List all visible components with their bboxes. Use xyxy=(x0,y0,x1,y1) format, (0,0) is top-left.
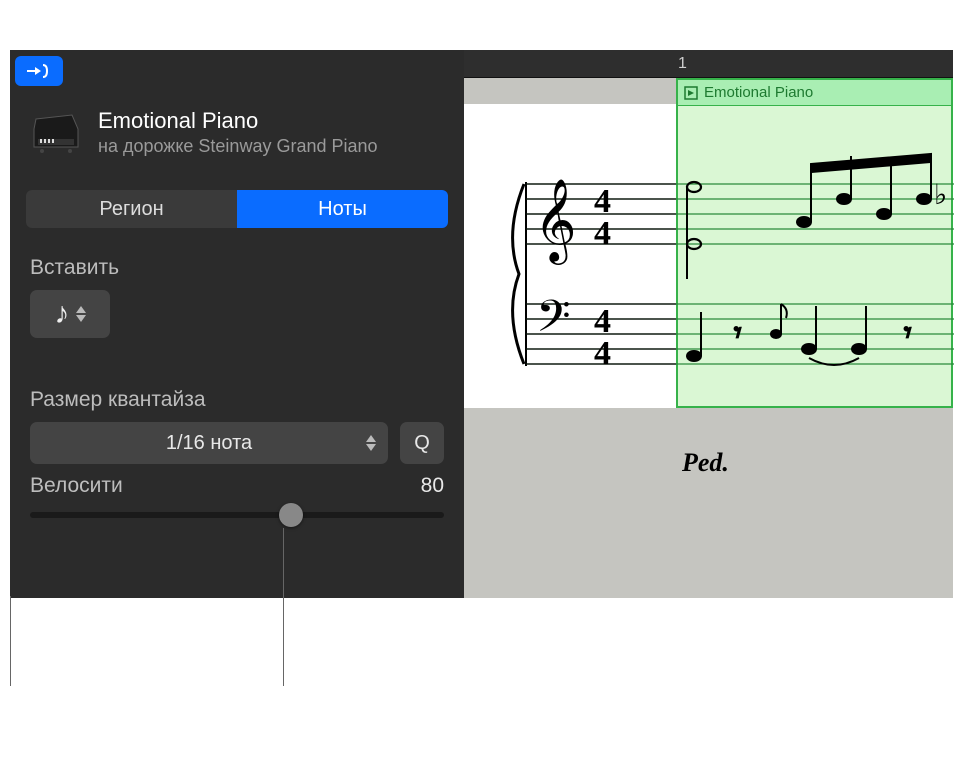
region-title: Emotional Piano xyxy=(98,108,378,134)
inspector-tabs: Регион Ноты xyxy=(26,190,448,228)
quantize-value: 1/16 нота xyxy=(166,432,252,455)
region-subtitle: на дорожке Steinway Grand Piano xyxy=(98,136,378,157)
region-loop-icon xyxy=(684,86,698,100)
svg-text:𝄞: 𝄞 xyxy=(534,179,577,265)
callout-line xyxy=(10,596,11,686)
svg-text:𝄾: 𝄾 xyxy=(734,318,741,349)
tab-region-label: Регион xyxy=(99,198,163,221)
svg-text:♭: ♭ xyxy=(934,180,947,211)
stepper-icon xyxy=(366,435,376,451)
bar-ruler[interactable]: 1 xyxy=(464,50,953,78)
clip-header[interactable]: Emotional Piano xyxy=(678,80,951,106)
insert-label: Вставить xyxy=(30,256,444,280)
quantize-label: Размер квантайза xyxy=(30,388,444,412)
editor-frame: Emotional Piano на дорожке Steinway Gran… xyxy=(10,50,953,598)
velocity-value: 80 xyxy=(421,474,444,498)
tab-notes-label: Ноты xyxy=(318,198,367,221)
quantize-apply-button[interactable]: Q xyxy=(400,422,444,464)
eighth-note-icon: ♪ xyxy=(55,297,70,331)
inspector-panel: Emotional Piano на дорожке Steinway Gran… xyxy=(10,50,464,598)
bar-marker-1: 1 xyxy=(678,50,687,77)
score-panel: 1 Emotional Piano xyxy=(464,50,953,598)
quantize-select[interactable]: 1/16 нота xyxy=(30,422,388,464)
callout-line xyxy=(283,528,284,686)
score-notation[interactable]: 𝄞 𝄢 4 4 4 4 xyxy=(464,104,954,444)
tab-notes[interactable]: Ноты xyxy=(237,190,448,228)
stepper-icon xyxy=(76,306,86,322)
clip-title: Emotional Piano xyxy=(704,84,813,101)
quantize-section: Размер квантайза 1/16 нота Q xyxy=(30,388,444,464)
tab-region[interactable]: Регион xyxy=(26,190,237,228)
catch-playhead-button[interactable] xyxy=(15,56,63,86)
insert-section: Вставить ♪ xyxy=(30,256,444,338)
piano-icon xyxy=(28,111,84,155)
pedal-marking: Ped. xyxy=(682,448,729,478)
region-header: Emotional Piano на дорожке Steinway Gran… xyxy=(28,108,446,157)
velocity-slider[interactable] xyxy=(30,512,444,518)
quantize-q-label: Q xyxy=(414,432,430,455)
catch-icon xyxy=(25,62,53,80)
svg-text:𝄾: 𝄾 xyxy=(904,318,911,349)
svg-text:4: 4 xyxy=(594,215,611,252)
velocity-slider-thumb[interactable] xyxy=(279,503,303,527)
svg-text:4: 4 xyxy=(594,335,611,372)
svg-text:𝄢: 𝄢 xyxy=(536,292,571,352)
insert-note-picker[interactable]: ♪ xyxy=(30,290,110,338)
velocity-label: Велосити xyxy=(30,474,123,498)
velocity-section: Велосити 80 xyxy=(30,474,444,518)
